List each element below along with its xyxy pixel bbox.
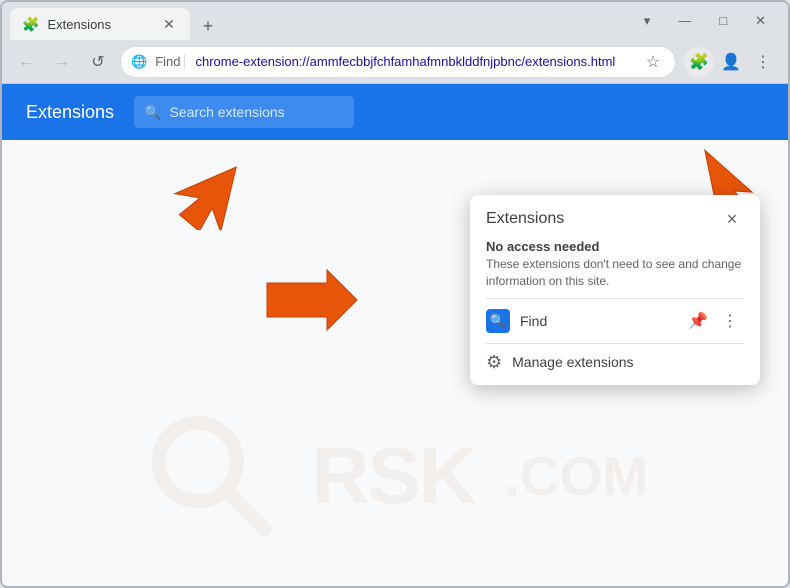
address-actions: ☆ — [641, 50, 665, 74]
page-content: Extensions 🔍 Search extensions RSK .COM — [2, 84, 788, 586]
page-main: RSK .COM — [2, 140, 788, 586]
extensions-button[interactable]: 🧩 — [684, 47, 714, 77]
arrow-right-icon — [257, 265, 367, 335]
manage-extensions-label: Manage extensions — [512, 354, 633, 370]
no-access-desc: These extensions don't need to see and c… — [486, 256, 744, 290]
address-bar[interactable]: 🌐 Find chrome-extension://ammfecbbjfchfa… — [120, 46, 676, 78]
reload-button[interactable]: ↺ — [84, 48, 112, 76]
title-bar: 🧩 Extensions ✕ + ▾ — □ ✕ — [2, 2, 788, 40]
arrow-top-left-overlay — [172, 150, 262, 235]
bookmark-icon[interactable]: ☆ — [641, 50, 665, 74]
com-watermark-text: .COM — [505, 444, 649, 508]
extensions-page-title: Extensions — [26, 102, 114, 123]
search-icon: 🔍 — [144, 104, 161, 121]
toolbar: ← → ↺ 🌐 Find chrome-extension://ammfecbb… — [2, 40, 788, 84]
manage-extensions-row[interactable]: ⚙ Manage extensions — [470, 344, 760, 385]
more-button[interactable]: ⋮ — [716, 307, 744, 335]
popup-close-button[interactable]: × — [720, 207, 744, 231]
magnifier-watermark-icon — [142, 406, 282, 546]
tab-close-button[interactable]: ✕ — [160, 15, 178, 33]
toolbar-right: 🧩 👤 ⋮ — [684, 47, 778, 77]
pin-button[interactable]: 📌 — [684, 307, 712, 335]
window-chevron-button[interactable]: ▾ — [638, 11, 657, 31]
active-tab[interactable]: 🧩 Extensions ✕ — [10, 8, 190, 40]
tab-puzzle-icon: 🧩 — [22, 16, 39, 33]
gear-icon: ⚙ — [486, 352, 502, 373]
window-minimize-button[interactable]: — — [672, 11, 697, 31]
forward-button[interactable]: → — [48, 48, 76, 76]
popup-section: No access needed These extensions don't … — [470, 235, 760, 298]
title-bar-actions: ▾ — □ ✕ — [638, 11, 780, 31]
new-tab-button[interactable]: + — [194, 12, 222, 40]
back-button[interactable]: ← — [12, 48, 40, 76]
find-label: Find — [155, 54, 185, 69]
no-access-title: No access needed — [486, 239, 744, 254]
popup-title: Extensions — [486, 210, 564, 228]
url-display: chrome-extension://ammfecbbjfchfamhafmnb… — [195, 54, 633, 69]
extensions-popup: Extensions × No access needed These exte… — [470, 195, 760, 385]
extensions-header: Extensions 🔍 Search extensions — [2, 84, 788, 140]
extension-item-find: 🔍 Find 📌 ⋮ — [470, 299, 760, 343]
find-ext-name: Find — [520, 313, 674, 329]
watermark: RSK .COM — [142, 406, 649, 546]
popup-header: Extensions × — [470, 195, 760, 235]
find-ext-actions: 📌 ⋮ — [684, 307, 744, 335]
tab-bar: 🧩 Extensions ✕ + — [10, 2, 634, 40]
search-box[interactable]: 🔍 Search extensions — [134, 96, 354, 128]
search-input[interactable]: Search extensions — [170, 104, 345, 120]
profile-button[interactable]: 👤 — [716, 47, 746, 77]
find-ext-icon: 🔍 — [486, 309, 510, 333]
window-maximize-button[interactable]: □ — [713, 11, 733, 31]
tab-title: Extensions — [47, 17, 152, 32]
arrow-search-icon — [172, 150, 262, 230]
more-menu-button[interactable]: ⋮ — [748, 47, 778, 77]
site-info-icon[interactable]: 🌐 — [131, 54, 147, 70]
window-close-button[interactable]: ✕ — [749, 11, 772, 31]
rsk-watermark-text: RSK — [312, 430, 475, 522]
arrow-middle-overlay — [257, 265, 367, 340]
browser-window: 🧩 Extensions ✕ + ▾ — □ ✕ ← → ↺ 🌐 Find ch… — [0, 0, 790, 588]
